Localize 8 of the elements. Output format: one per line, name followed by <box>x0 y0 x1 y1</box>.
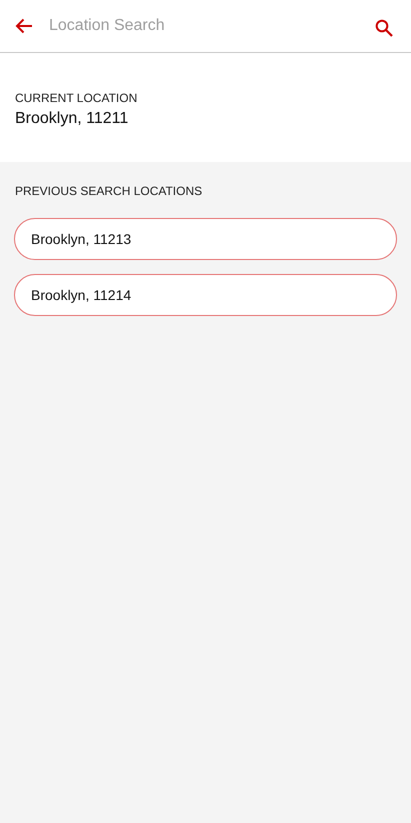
section-label: CURRENT LOCATION <box>15 91 138 105</box>
back-arrow-icon[interactable] <box>15 18 33 34</box>
location-pill[interactable]: Brooklyn, 11214 <box>14 274 397 316</box>
search-field[interactable]: Location Search <box>49 17 359 35</box>
current-location: Brooklyn, 11211 <box>15 110 130 128</box>
search-icon[interactable] <box>375 19 393 37</box>
location-pill[interactable]: Brooklyn, 11213 <box>14 218 397 260</box>
section-label: PREVIOUS SEARCH LOCATIONS <box>15 184 204 198</box>
